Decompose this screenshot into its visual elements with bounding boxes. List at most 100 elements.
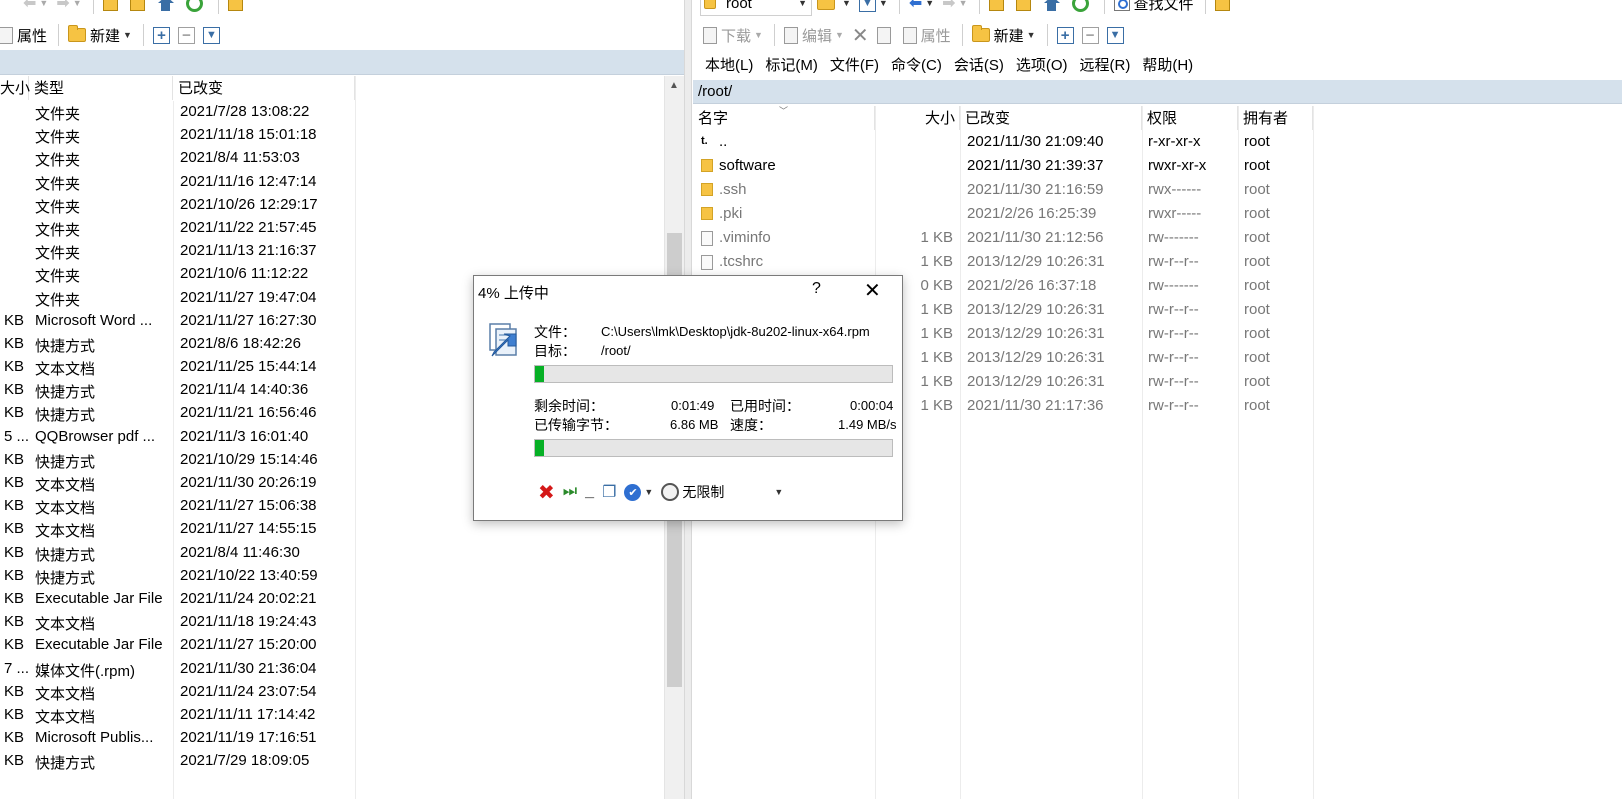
table-row[interactable]: 文件夹 2021/11/13 21:16:37: [0, 240, 664, 263]
separator: [1046, 24, 1048, 46]
changed-cell: 2021/11/27 16:27:30: [180, 311, 317, 329]
table-row[interactable]: KB Microsoft Publis... 2021/11/19 17:16:51: [0, 727, 664, 750]
right-col-name-label: 名字: [698, 110, 729, 127]
once-finished-button[interactable]: ✔ ▼: [624, 483, 653, 501]
right-select-button[interactable]: +: [1054, 22, 1077, 48]
table-row[interactable]: 文件夹 2021/10/26 12:29:17: [0, 194, 664, 217]
left-col-type[interactable]: 类型: [29, 76, 173, 100]
type-cell: 文本文档: [35, 616, 96, 634]
left-path-bar: [0, 50, 684, 75]
right-home-dir-button[interactable]: [1040, 0, 1067, 16]
cancel-icon[interactable]: ✖: [538, 480, 555, 505]
parent-dir-button[interactable]: [100, 0, 125, 16]
root-directory-icon: [129, 0, 145, 11]
right-back-button[interactable]: ⬅ ▼: [906, 0, 937, 16]
remote-location-select[interactable]: root ▼: [700, 0, 812, 16]
name-cell: software: [719, 157, 776, 174]
queue-icon[interactable]: ❐: [602, 482, 616, 502]
right-properties-button[interactable]: 属性: [900, 22, 954, 48]
menu-item[interactable]: 本地(L): [705, 54, 753, 75]
table-row[interactable]: .ssh 2021/11/30 21:16:59 rwx------ root: [693, 179, 1622, 203]
find-files-button[interactable]: 查找文件: [1111, 0, 1197, 16]
menu-item[interactable]: 帮助(H): [1142, 54, 1193, 75]
back-button[interactable]: ⬅ ▼: [20, 0, 51, 16]
chevron-down-icon: ▼: [72, 0, 82, 8]
table-row[interactable]: 文件夹 2021/11/22 21:57:45: [0, 217, 664, 240]
type-cell: 媒体文件(.rpm): [35, 662, 135, 680]
table-row[interactable]: software 2021/11/30 21:39:37 rwxr-xr-x root: [693, 155, 1622, 179]
table-row[interactable]: KB 文本文档 2021/11/27 14:55:15: [0, 518, 664, 541]
menu-item[interactable]: 选项(O): [1016, 54, 1068, 75]
type-cell: Microsoft Publis...: [35, 729, 154, 747]
left-properties-button[interactable]: 属性: [0, 22, 50, 48]
name-cell: ..: [719, 133, 728, 150]
right-col-size[interactable]: 大小: [875, 106, 960, 130]
minimize-icon[interactable]: _: [585, 483, 594, 501]
left-col-changed[interactable]: 已改变: [173, 76, 355, 100]
table-row[interactable]: 文件夹 2021/11/18 15:01:18: [0, 124, 664, 147]
right-new-button[interactable]: 新建 ▼: [969, 22, 1039, 48]
changed-cell: 2021/8/4 11:53:03: [180, 149, 300, 167]
changed-cell: 2021/11/21 16:56:46: [180, 404, 317, 422]
delete-button[interactable]: ✕: [849, 22, 872, 48]
menu-item[interactable]: 远程(R): [1080, 54, 1131, 75]
forward-button[interactable]: ➡ ▼: [53, 0, 84, 16]
table-row[interactable]: KB 文本文档 2021/11/24 23:07:54: [0, 681, 664, 704]
menu-item[interactable]: 文件(F): [830, 54, 879, 75]
menu-item[interactable]: 命令(C): [891, 54, 942, 75]
table-row[interactable]: t... 2021/11/30 21:09:40 r-xr-xr-x root: [693, 131, 1622, 155]
left-filter-button[interactable]: ▼: [200, 22, 223, 48]
forward-arrow-icon: ➡: [56, 0, 70, 12]
right-parent-dir-button[interactable]: [986, 0, 1011, 16]
table-row[interactable]: 文件夹 2021/11/16 12:47:14: [0, 171, 664, 194]
table-row[interactable]: KB Executable Jar File 2021/11/27 15:20:00: [0, 634, 664, 657]
table-row[interactable]: KB 快捷方式 2021/7/29 18:09:05: [0, 750, 664, 773]
right-filter-dropdown[interactable]: ▼ ▼: [856, 0, 891, 16]
refresh-button[interactable]: [183, 0, 210, 16]
scroll-up-icon[interactable]: ▲: [669, 80, 679, 91]
table-row[interactable]: KB 快捷方式 2021/10/22 13:40:59: [0, 565, 664, 588]
right-col-owner[interactable]: 拥有者: [1238, 106, 1313, 130]
changed-cell: 2013/12/29 10:26:31: [967, 325, 1105, 342]
right-col-name[interactable]: 名字 ﹀: [693, 106, 875, 130]
table-row[interactable]: .pki 2021/2/26 16:25:39 rwxr----- root: [693, 203, 1622, 227]
left-col-size[interactable]: 大小: [0, 76, 30, 100]
back-arrow-icon: ⬅: [908, 0, 923, 12]
download-button[interactable]: 下载 ▼: [700, 22, 766, 48]
open-dir-button[interactable]: ▼: [814, 0, 854, 16]
left-select-button[interactable]: +: [150, 22, 173, 48]
right-unselect-button[interactable]: −: [1079, 22, 1102, 48]
tree-toggle-button[interactable]: [225, 0, 250, 16]
table-row[interactable]: KB 快捷方式 2021/8/4 11:46:30: [0, 542, 664, 565]
owner-cell: root: [1244, 277, 1270, 294]
right-forward-button[interactable]: ➡ ▼: [939, 0, 970, 16]
table-row[interactable]: KB Executable Jar File 2021/11/24 20:02:21: [0, 588, 664, 611]
left-unselect-button[interactable]: −: [175, 22, 198, 48]
left-new-button[interactable]: 新建 ▼: [65, 22, 135, 48]
help-button[interactable]: ?: [812, 280, 821, 298]
table-row[interactable]: .tcshrc 1 KB 2013/12/29 10:26:31 rw-r--r-- r…: [693, 251, 1622, 275]
plus-icon: +: [152, 26, 170, 44]
edit-button[interactable]: 编辑 ▼: [781, 22, 847, 48]
table-row[interactable]: KB 文本文档 2021/11/11 17:14:42: [0, 704, 664, 727]
size-cell: KB: [4, 334, 25, 352]
home-dir-button[interactable]: [154, 0, 181, 16]
right-col-rights[interactable]: 权限: [1142, 106, 1238, 130]
right-filter-button[interactable]: ▼: [1104, 22, 1127, 48]
close-button[interactable]: ✕: [864, 278, 881, 303]
right-tree-toggle-button[interactable]: [1212, 0, 1237, 16]
skip-icon[interactable]: ⏭: [563, 483, 577, 501]
right-refresh-button[interactable]: [1069, 0, 1096, 16]
right-root-dir-button[interactable]: [1013, 0, 1038, 16]
speed-limit-select[interactable]: 无限制 ▼: [661, 482, 787, 502]
table-row[interactable]: 7 ... 媒体文件(.rpm) 2021/11/30 21:36:04: [0, 658, 664, 681]
menu-item[interactable]: 会话(S): [954, 54, 1004, 75]
table-row[interactable]: KB 文本文档 2021/11/18 19:24:43: [0, 611, 664, 634]
root-dir-button[interactable]: [127, 0, 152, 16]
table-row[interactable]: 文件夹 2021/8/4 11:53:03: [0, 147, 664, 170]
table-row[interactable]: 文件夹 2021/7/28 13:08:22: [0, 101, 664, 124]
table-row[interactable]: .viminfo 1 KB 2021/11/30 21:12:56 rw-------…: [693, 227, 1622, 251]
menu-item[interactable]: 标记(M): [765, 54, 818, 75]
right-col-changed[interactable]: 已改变: [960, 106, 1142, 130]
rename-button[interactable]: [874, 22, 898, 48]
